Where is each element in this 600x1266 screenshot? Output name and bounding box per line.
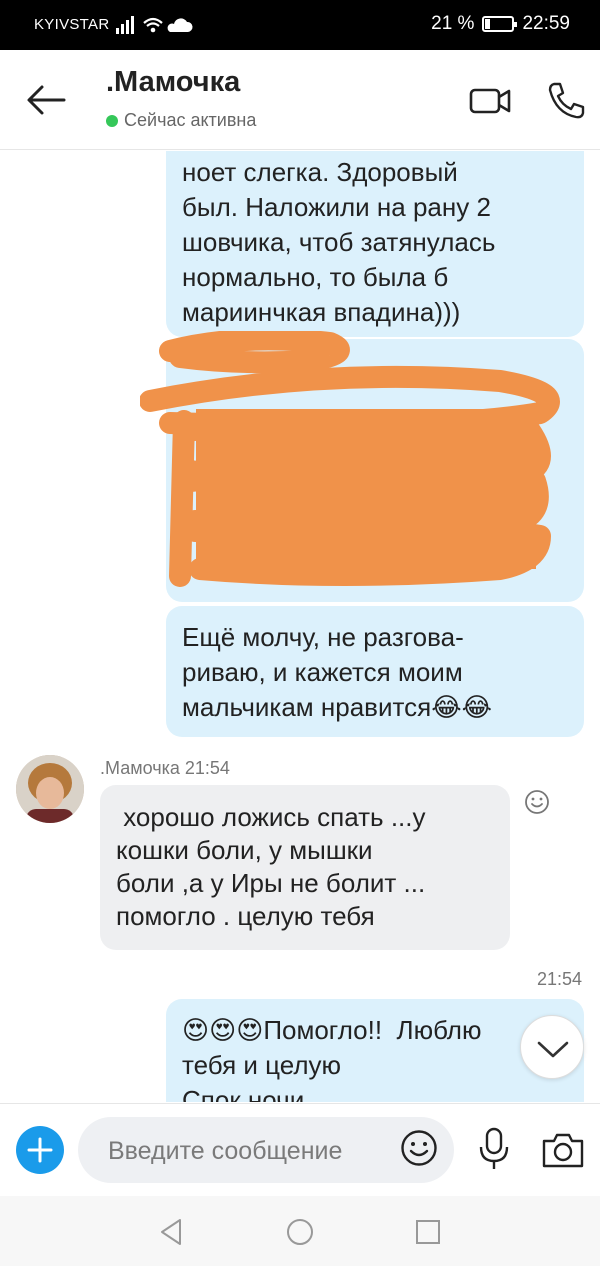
emoji-icon[interactable]	[400, 1129, 438, 1167]
battery-icon	[482, 16, 518, 32]
nav-back-icon[interactable]	[156, 1216, 188, 1248]
outgoing-message[interactable]: ноет слегка. Здоровый был. Наложили на р…	[166, 151, 584, 337]
message-line: помогло . целую тебя	[116, 901, 375, 931]
message-line: кошки боли, у мышки	[116, 835, 373, 865]
message-line: тебя и целую	[182, 1050, 342, 1080]
message-line: боли ,а у Иры не болит ...	[116, 868, 426, 898]
clock: 22:59	[522, 13, 570, 34]
redaction-scribble	[140, 331, 560, 587]
add-reaction-icon[interactable]	[524, 789, 550, 815]
message-line: шовчика, чтоб затянулась	[182, 227, 496, 257]
back-arrow-icon[interactable]	[24, 82, 68, 118]
outgoing-message[interactable]: Ещё молчу, не разгова- риваю, и кажется …	[166, 606, 584, 737]
message-input[interactable]: Введите сообщение	[78, 1117, 454, 1183]
presence-text: Сейчас активна	[124, 110, 257, 130]
message-composer: Введите сообщение	[0, 1103, 600, 1195]
signal-wifi-cloud-icon	[116, 16, 193, 34]
microphone-icon[interactable]	[476, 1126, 512, 1172]
video-call-icon[interactable]	[468, 80, 512, 120]
nav-home-icon[interactable]	[284, 1216, 316, 1248]
message-line: был. Наложили на рану 2	[182, 192, 491, 222]
contact-name[interactable]: .Мамочка	[106, 66, 240, 99]
message-line: ноет слегка. Здоровый	[182, 157, 458, 187]
message-line: Спок ночи	[182, 1085, 305, 1102]
avatar-image	[16, 755, 84, 823]
online-dot-icon	[106, 114, 118, 127]
message-line: риваю, и кажется моим	[182, 657, 463, 687]
message-line: мальчикам нравится😂😂	[182, 692, 492, 722]
message-line: хорошо ложись спать ...у	[116, 802, 426, 832]
message-input-placeholder: Введите сообщение	[108, 1137, 343, 1165]
chevron-down-icon	[537, 1041, 569, 1058]
battery-percent: 21 %	[431, 13, 475, 34]
add-attachment-button[interactable]	[16, 1126, 64, 1174]
message-line: 😍😍😍Помогло!! Люблю	[182, 1015, 482, 1045]
message-line: Ещё молчу, не разгова-	[182, 622, 464, 652]
phone-call-icon[interactable]	[544, 80, 588, 120]
incoming-message[interactable]: хорошо ложись спать ...у кошки боли, у м…	[100, 785, 510, 950]
plus-icon	[27, 1137, 53, 1163]
camera-icon[interactable]	[540, 1130, 586, 1170]
message-author-time: .Мамочка 21:54	[100, 758, 230, 778]
contact-avatar[interactable]	[16, 755, 84, 823]
scroll-to-bottom-button[interactable]	[520, 1015, 584, 1079]
message-time: 21:54	[536, 969, 582, 989]
message-list[interactable]: ноет слегка. Здоровый был. Наложили на р…	[0, 151, 600, 1102]
system-nav-bar	[0, 1196, 600, 1266]
message-line: мариинчкая впадина)))	[182, 297, 461, 327]
chat-header: .Мамочка Сейчас активна	[0, 50, 600, 150]
presence-status: Сейчас активна	[106, 110, 256, 131]
carrier-name: KYIVSTAR	[34, 16, 110, 33]
message-line: нормально, то была б	[182, 262, 449, 292]
nav-recents-icon[interactable]	[412, 1216, 444, 1248]
status-bar: KYIVSTAR 21 % 22:59	[0, 0, 600, 50]
